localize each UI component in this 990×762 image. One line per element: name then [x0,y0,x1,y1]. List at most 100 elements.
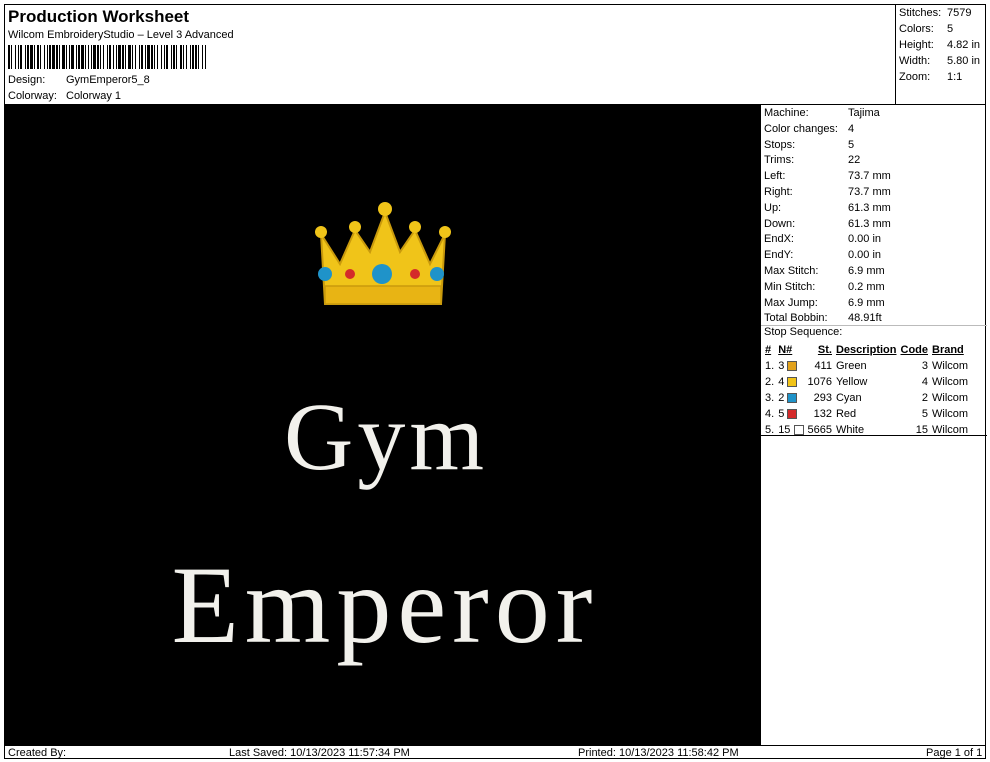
spec-value: 48.91ft [848,312,882,325]
colorway-value: Colorway 1 [66,90,122,102]
stop-sequence-table: # N# St. Description Code Brand 1. 3 411 G… [763,342,970,438]
table-row: 1. 3 411 Green 3 Wilcom [763,358,970,374]
stop-sequence-title: Stop Sequence: [764,326,843,338]
spec-row: Right: 73.7 mm [764,186,891,198]
spec-value: 5 [848,138,855,151]
spec-row: Trims: 22 [764,154,860,166]
divider [761,435,987,436]
worksheet-footer: Created By: Last Saved: 10/13/2023 11:57… [5,745,986,759]
spec-value: 0.00 in [848,249,882,262]
needle-value: 5 [778,408,785,420]
color-description: Green [835,360,867,372]
needle-number: 4 [776,374,805,390]
spec-value: 61.3 mm [848,217,891,230]
stop-sequence-body: 1. 3 411 Green 3 Wilcom 2. 4 1076 Yellow 4 Wilcom… [763,358,970,438]
design-label: Design: [8,74,46,86]
spec-row: Up: 61.3 mm [764,202,891,214]
spec-value: 0.00 in [848,233,882,246]
color-code: 4 [921,376,928,388]
spec-value: 6.9 mm [848,296,885,309]
spec-value: Tajima [848,107,880,119]
needle-value: 4 [778,376,785,388]
spec-row: Left: 73.7 mm [764,170,891,182]
spec-label: EndY: [764,249,794,262]
spec-row: Min Stitch: 0.2 mm [764,281,885,293]
crown-icon [315,202,451,305]
color-code: 2 [921,392,928,404]
machine-info-panel: Machine: Tajima Color changes: 4 Stops: 5 Trim… [760,104,987,745]
colorway-label: Colorway: [8,90,57,102]
col-header-description: Description [835,344,897,356]
col-header-num: # [765,344,772,356]
row-num: 1. [765,360,775,372]
col-header-needle: N# [778,344,793,356]
table-row: 2. 4 1076 Yellow 4 Wilcom [763,374,970,390]
stat-value: 5 [947,23,954,35]
stitch-count: 1076 [807,376,832,388]
needle-value: 2 [778,392,785,404]
spec-label: Max Jump: [764,296,818,309]
stats-box: Stitches: 7579 Colors: 5 Height: 4.82 in Width… [895,5,986,104]
spec-row: Down: 61.3 mm [764,218,891,230]
spec-row: Max Jump: 6.9 mm [764,297,885,309]
spec-label: Down: [764,217,796,230]
spec-value: 0.2 mm [848,280,885,293]
stat-label: Colors: [899,23,934,35]
color-swatch [787,377,798,388]
spec-label: Machine: [764,107,809,119]
stat-value: 5.80 in [947,55,981,67]
design-preview: Gym Emperor [5,104,760,745]
row-num: 4. [765,408,775,420]
spec-row: Max Stitch: 6.9 mm [764,265,885,277]
worksheet-header: Production Worksheet Wilcom EmbroiderySt… [5,5,895,104]
thread-brand: Wilcom [932,376,969,388]
stitch-count: 411 [814,360,832,372]
spec-value: 22 [848,154,861,167]
spec-label: Total Bobbin: [764,312,828,325]
page-number: Page 1 of 1 [926,747,983,759]
printed-date: Printed: 10/13/2023 11:58:42 PM [578,747,739,759]
color-code: 3 [921,360,928,372]
spec-label: Up: [764,201,782,214]
col-header-brand: Brand [932,344,964,356]
stitch-count: 293 [813,392,832,404]
stat-row: Height: 4.82 in [899,39,980,51]
stat-label: Zoom: [899,71,931,83]
spec-row: Machine: Tajima [764,107,880,119]
thread-brand: Wilcom [932,360,969,372]
spec-label: Left: [764,170,786,183]
spec-label: Color changes: [764,122,838,135]
design-text-line1: Gym [284,383,488,490]
spec-label: Right: [764,186,793,198]
stat-row: Zoom: 1:1 [899,71,962,83]
stat-value: 1:1 [947,71,963,83]
needle-number: 2 [776,390,805,406]
spec-row: EndX: 0.00 in [764,233,881,245]
spec-value: 61.3 mm [848,201,891,214]
stat-value: 4.82 in [947,39,981,51]
design-canvas: Gym Emperor [172,202,592,666]
spec-value: 73.7 mm [848,170,891,183]
spec-row: Stops: 5 [764,139,854,151]
spec-value: 73.7 mm [848,186,891,198]
worksheet-frame: Production Worksheet Wilcom EmbroiderySt… [4,4,987,759]
thread-brand: Wilcom [932,408,969,420]
color-swatch [787,361,798,372]
color-swatch [787,409,798,420]
last-saved: Last Saved: 10/13/2023 11:57:34 PM [229,747,410,759]
stat-label: Width: [899,55,931,67]
stat-row: Colors: 5 [899,23,953,35]
spec-row: Color changes: 4 [764,123,854,135]
created-by: Created By: [8,747,67,759]
design-name-row: Design: GymEmperor5_8 [8,74,150,86]
col-header-code: Code [900,344,929,356]
color-code: 5 [921,408,928,420]
spec-label: Min Stitch: [764,280,816,293]
spec-value: 6.9 mm [848,265,885,277]
needle-number: 5 [776,406,805,422]
stat-row: Stitches: 7579 [899,7,971,19]
needle-number: 3 [776,358,805,374]
design-value: GymEmperor5_8 [66,74,150,86]
color-swatch [793,425,804,436]
spec-row: Total Bobbin: 48.91ft [764,312,882,324]
